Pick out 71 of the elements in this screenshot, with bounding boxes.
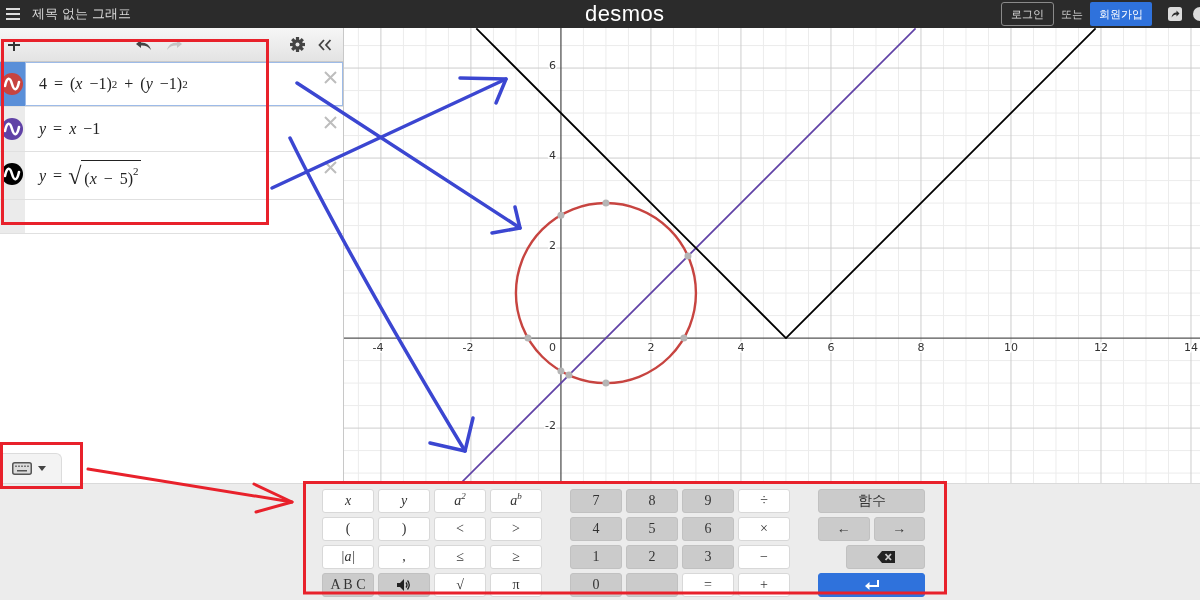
- tick-label: -4: [372, 341, 384, 355]
- caret-icon: [38, 466, 46, 471]
- keypad-key[interactable]: 4: [570, 517, 622, 541]
- expression-field[interactable]: y = √(x − 5)$^{2}$: [25, 152, 343, 199]
- keypad-key[interactable]: =: [682, 573, 734, 597]
- collapse-icon[interactable]: [318, 38, 332, 51]
- keypad-key[interactable]: 함수: [818, 489, 925, 513]
- keypad-key[interactable]: >: [490, 517, 542, 541]
- tick-label: -2: [462, 341, 474, 355]
- keypad-key[interactable]: [378, 573, 430, 597]
- close-icon[interactable]: [324, 161, 337, 174]
- keypad-key[interactable]: a$^{2}$: [434, 489, 486, 513]
- tick-label: 6: [827, 341, 835, 355]
- keypad-key[interactable]: y: [378, 489, 430, 513]
- keypad-key[interactable]: +: [738, 573, 790, 597]
- enter-icon: [864, 579, 879, 591]
- keypad-key[interactable]: |a|: [322, 545, 374, 569]
- share-icon[interactable]: [1168, 7, 1182, 21]
- tick-label: 10: [1004, 341, 1018, 355]
- keypad-key[interactable]: 2: [626, 545, 678, 569]
- keypad-key[interactable]: ←: [818, 517, 870, 541]
- keypad-key[interactable]: ≤: [434, 545, 486, 569]
- graph-canvas[interactable]: -4 -2 0 2 4 6 8 10 12 14 -2 2 4 6: [344, 28, 1200, 483]
- keypad-key[interactable]: <: [434, 517, 486, 541]
- login-button[interactable]: 로그인: [1001, 2, 1054, 26]
- keypad-key[interactable]: →: [873, 517, 925, 541]
- keypad-key[interactable]: 6: [682, 517, 734, 541]
- wave-icon[interactable]: [1, 163, 23, 185]
- settings-icon[interactable]: [290, 37, 305, 52]
- keypad-key[interactable]: π: [490, 573, 542, 597]
- tick-label: 2: [647, 341, 655, 355]
- tick-label: 6: [548, 59, 556, 73]
- keypad-key[interactable]: ): [378, 517, 430, 541]
- wave-icon[interactable]: [1, 118, 23, 140]
- tick-label: 12: [1094, 341, 1108, 355]
- backspace-icon: [876, 551, 895, 563]
- tick-label: 0: [548, 341, 556, 355]
- keypad-key[interactable]: a$^{b}$: [490, 489, 542, 513]
- keyboard-icon: [12, 462, 32, 475]
- keypad-key[interactable]: ≥: [490, 545, 542, 569]
- tick-label: 4: [548, 149, 556, 163]
- or-text: 또는: [1061, 6, 1083, 22]
- graph-title[interactable]: 제목 없는 그래프: [32, 5, 132, 23]
- expression-field[interactable]: y = x −1: [25, 107, 343, 151]
- tick-label: 14: [1184, 341, 1198, 355]
- menu-icon[interactable]: [6, 8, 20, 20]
- speaker-icon: [397, 579, 411, 591]
- keypad-key[interactable]: A B C: [322, 573, 374, 597]
- keypad-key[interactable]: ,: [378, 545, 430, 569]
- keypad-key[interactable]: ÷: [738, 489, 790, 513]
- keypad-key[interactable]: [846, 545, 925, 569]
- signup-button[interactable]: 회원가입: [1090, 2, 1152, 26]
- undo-icon[interactable]: [136, 39, 152, 50]
- keypad-key[interactable]: √: [434, 573, 486, 597]
- keypad-key[interactable]: 0: [570, 573, 622, 597]
- keypad-key[interactable]: 8: [626, 489, 678, 513]
- keypad-key[interactable]: (: [322, 517, 374, 541]
- logo-text: desmos: [585, 0, 665, 28]
- keypad-key[interactable]: x: [322, 489, 374, 513]
- keypad-key[interactable]: −: [738, 545, 790, 569]
- tick-label: 8: [917, 341, 925, 355]
- keypad-key[interactable]: 5: [626, 517, 678, 541]
- keypad-key[interactable]: ×: [738, 517, 790, 541]
- keypad-key[interactable]: 3: [682, 545, 734, 569]
- keypad-key[interactable]: 7: [570, 489, 622, 513]
- tick-label: 4: [737, 341, 745, 355]
- tick-label: 2: [548, 239, 556, 253]
- tick-label: -2: [544, 419, 556, 433]
- keypad-key[interactable]: 1: [570, 545, 622, 569]
- keypad-key[interactable]: 9: [682, 489, 734, 513]
- keyboard-toggle[interactable]: [0, 453, 62, 483]
